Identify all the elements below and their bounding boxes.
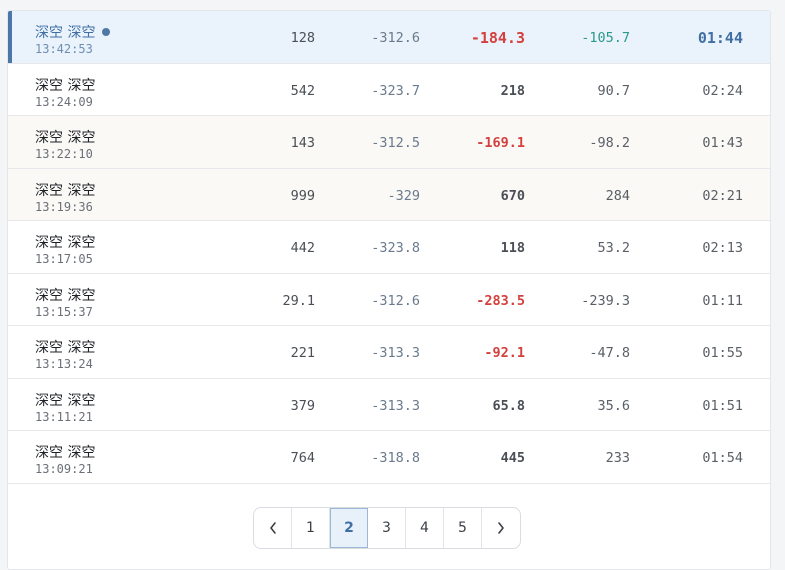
results-list: 深空 深空 13:42:53 128 -312.6 -184.3 -105.7 …: [8, 11, 770, 484]
value-col-3: 445: [500, 450, 525, 466]
list-item[interactable]: 深空 深空 13:17:05 442 -323.8 118 53.2 02:13: [8, 221, 770, 274]
item-name: 深空 深空: [35, 130, 96, 146]
pagination: 1 2 3 4 5: [253, 507, 521, 549]
value-col-3: 118: [500, 240, 525, 256]
item-name: 深空 深空: [35, 77, 96, 94]
duration: 01:11: [702, 292, 743, 309]
value-col-3: -184.3: [470, 29, 525, 47]
item-name: 深空 深空: [35, 287, 96, 304]
value-col-4: -105.7: [581, 30, 630, 46]
item-time: 13:13:24: [35, 357, 93, 371]
value-col-4: 53.2: [597, 240, 630, 256]
item-time: 13:15:37: [35, 304, 93, 319]
duration: 01:43: [702, 135, 743, 151]
selected-dot-icon: [102, 28, 111, 36]
list-item[interactable]: 深空 深空 13:13:24 221 -313.3 -92.1 -47.8 01…: [8, 326, 770, 379]
value-col-4: 90.7: [597, 82, 630, 99]
item-time: 13:22:10: [35, 147, 93, 161]
value-col-2: -323.8: [371, 240, 420, 256]
list-item[interactable]: 深空 深空 13:15:37 29.1 -312.6 -283.5 -239.3…: [8, 273, 770, 326]
value-col-3: -283.5: [476, 292, 525, 309]
value-col-3: -92.1: [484, 345, 525, 361]
duration: 01:54: [702, 450, 743, 466]
duration: 02:21: [702, 187, 743, 204]
item-time: 13:09:21: [35, 462, 93, 476]
page-1-button[interactable]: 1: [292, 508, 330, 548]
duration: 01:51: [702, 397, 743, 414]
value-col-1: 764: [290, 450, 315, 466]
item-name: 深空 深空: [35, 445, 96, 461]
value-col-4: -98.2: [589, 135, 630, 151]
next-page-button[interactable]: [482, 508, 520, 548]
value-col-2: -312.6: [371, 30, 420, 46]
prev-page-button[interactable]: [254, 508, 292, 548]
item-time: 13:17:05: [35, 252, 93, 266]
item-time: 13:11:21: [35, 409, 93, 424]
value-col-2: -312.6: [371, 292, 420, 309]
item-name: 深空 深空: [35, 392, 96, 409]
value-col-4: -239.3: [581, 292, 630, 309]
list-item[interactable]: 深空 深空 13:24:09 542 -323.7 218 90.7 02:24: [8, 63, 770, 116]
duration: 02:24: [702, 82, 743, 99]
value-col-3: 218: [500, 82, 525, 99]
value-col-2: -312.5: [371, 135, 420, 151]
value-col-1: 29.1: [282, 292, 315, 309]
value-col-1: 542: [290, 82, 315, 99]
value-col-2: -318.8: [371, 450, 420, 466]
chevron-right-icon: [498, 522, 504, 534]
list-item[interactable]: 深空 深空 13:19:36 999 -329 670 284 02:21: [8, 168, 770, 221]
value-col-1: 999: [290, 187, 315, 204]
item-time: 13:19:36: [35, 199, 93, 214]
value-col-1: 143: [290, 135, 315, 151]
duration: 01:44: [697, 29, 743, 47]
duration: 01:55: [702, 345, 743, 361]
item-name: 深空 深空: [35, 182, 96, 199]
duration: 02:13: [702, 240, 743, 256]
value-col-2: -323.7: [371, 82, 420, 99]
value-col-3: 65.8: [492, 397, 525, 414]
item-time: 13:42:53: [35, 42, 93, 56]
value-col-4: 233: [605, 450, 630, 466]
value-col-1: 128: [290, 30, 315, 46]
page-4-button[interactable]: 4: [406, 508, 444, 548]
value-col-2: -313.3: [371, 397, 420, 414]
page-5-button[interactable]: 5: [444, 508, 482, 548]
list-item[interactable]: 深空 深空 13:09:21 764 -318.8 445 233 01:54: [8, 431, 770, 484]
value-col-3: -169.1: [476, 135, 525, 151]
chevron-left-icon: [269, 522, 276, 534]
page-3-button[interactable]: 3: [368, 508, 406, 548]
item-name: 深空 深空: [35, 340, 96, 356]
value-col-4: 284: [605, 187, 630, 204]
value-col-1: 221: [290, 345, 315, 361]
value-col-2: -313.3: [371, 345, 420, 361]
list-item[interactable]: 深空 深空 13:11:21 379 -313.3 65.8 35.6 01:5…: [8, 378, 770, 431]
list-item[interactable]: 深空 深空 13:42:53 128 -312.6 -184.3 -105.7 …: [8, 11, 770, 64]
value-col-1: 442: [290, 240, 315, 256]
list-item[interactable]: 深空 深空 13:22:10 143 -312.5 -169.1 -98.2 0…: [8, 116, 770, 169]
item-time: 13:24:09: [35, 94, 93, 109]
page-2-button[interactable]: 2: [330, 508, 368, 548]
value-col-4: 35.6: [597, 397, 630, 414]
value-col-1: 379: [290, 397, 315, 414]
value-col-4: -47.8: [589, 345, 630, 361]
results-list-panel: 深空 深空 13:42:53 128 -312.6 -184.3 -105.7 …: [7, 10, 771, 570]
item-name: 深空 深空: [35, 235, 96, 251]
value-col-2: -329: [387, 187, 420, 204]
item-name: 深空 深空: [35, 22, 111, 42]
value-col-3: 670: [500, 187, 525, 204]
